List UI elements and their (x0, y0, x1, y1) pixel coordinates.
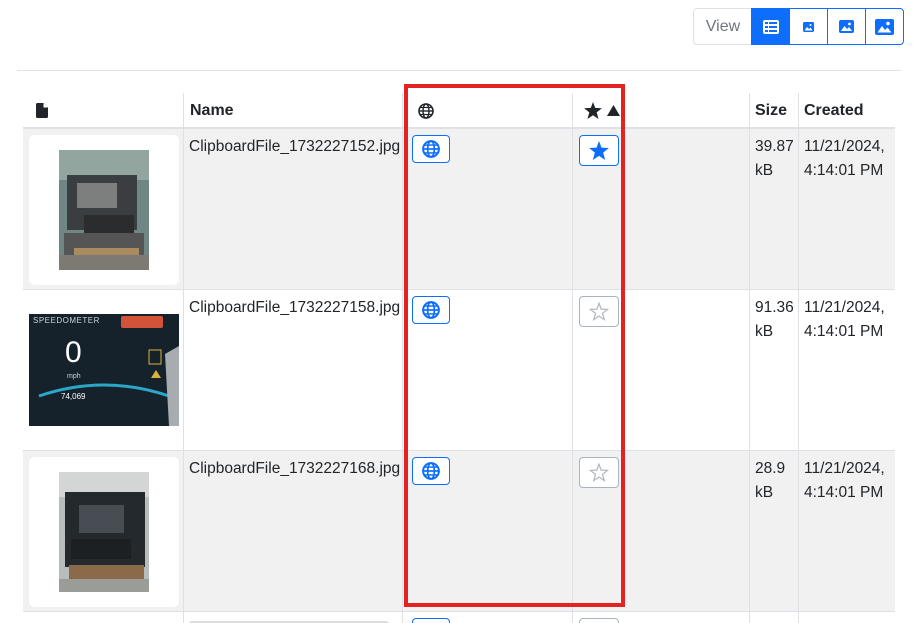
favorite-button[interactable] (579, 457, 619, 488)
header-size-label: Size (755, 102, 788, 119)
public-link-button[interactable] (412, 457, 450, 485)
engine-photo-1 (29, 135, 179, 285)
globe-icon (422, 301, 440, 319)
speedometer-photo (29, 314, 179, 426)
header-favorite[interactable] (573, 93, 750, 129)
row-4-created-cell (799, 612, 895, 623)
row-2-favorite-cell (573, 290, 750, 451)
row-2-size-cell: 91.36 kB (750, 290, 799, 451)
file-name[interactable]: ClipboardFile_1732227168.jpg (189, 457, 400, 481)
row-3-created-cell: 11/21/2024, 4:14:01 PM (799, 451, 895, 612)
created-date: 11/21/2024, (804, 138, 885, 155)
file-icon (36, 103, 48, 118)
row-1-thumbnail-cell (23, 129, 184, 290)
header-public[interactable] (403, 93, 573, 129)
file-size: 91.36 (755, 299, 794, 316)
divider (17, 70, 901, 71)
globe-icon (422, 140, 440, 158)
file-size-unit: kB (755, 323, 774, 340)
globe-icon (422, 462, 440, 480)
file-browser: View Name Size Created ClipboardFile_173… (0, 0, 918, 623)
created-date: 11/21/2024, (804, 460, 885, 477)
header-size[interactable]: Size (750, 93, 799, 129)
row-1-favorite-cell (573, 129, 750, 290)
header-name-label: Name (190, 102, 234, 119)
row-3-favorite-cell (573, 451, 750, 612)
row-1-created-cell: 11/21/2024, 4:14:01 PM (799, 129, 895, 290)
file-size-unit: kB (755, 162, 774, 179)
engine-photo-2 (29, 457, 179, 607)
thumbnail-speedometer[interactable]: SPEEDOMETER 0 mph 74,069 (29, 314, 179, 426)
row-4-public-cell (403, 612, 573, 623)
row-4-size-cell (750, 612, 799, 623)
favorite-button[interactable] (579, 618, 619, 623)
star-outline-icon (589, 463, 609, 482)
row-3-name-cell[interactable]: ClipboardFile_1732227168.jpg (184, 451, 403, 612)
row-3-thumbnail-cell (23, 451, 184, 612)
small-thumbnail-view-button[interactable] (789, 8, 828, 45)
row-1-size-cell: 39.87 kB (750, 129, 799, 290)
created-date: 11/21/2024, (804, 299, 885, 316)
header-created[interactable]: Created (799, 93, 895, 129)
created-time: 4:14:01 PM (804, 484, 884, 501)
thumbnail-engine-1[interactable] (29, 135, 179, 285)
image-medium-icon (839, 20, 854, 33)
row-3-public-cell (403, 451, 573, 612)
star-filled-icon (589, 141, 609, 160)
medium-thumbnail-view-button[interactable] (827, 8, 866, 45)
star-outline-icon (589, 302, 609, 321)
view-toolbar: View (693, 8, 904, 45)
speedometer-unit: mph (67, 373, 81, 380)
image-large-icon (875, 18, 894, 35)
star-filled-icon (584, 102, 602, 119)
files-table: Name Size Created ClipboardFile_17322271… (23, 93, 895, 623)
row-1-name-cell[interactable]: ClipboardFile_1732227152.jpg (184, 129, 403, 290)
row-2-thumbnail-cell: SPEEDOMETER 0 mph 74,069 (23, 290, 184, 451)
created-time: 4:14:01 PM (804, 323, 884, 340)
file-size-unit: kB (755, 484, 774, 501)
header-created-label: Created (804, 102, 864, 119)
row-3-size-cell: 28.9 kB (750, 451, 799, 612)
public-link-button[interactable] (412, 296, 450, 324)
header-name[interactable]: Name (184, 93, 403, 129)
sort-ascending-icon (607, 105, 620, 116)
thumbnail-engine-2[interactable] (29, 457, 179, 607)
speedometer-title: SPEEDOMETER (33, 316, 100, 325)
favorite-button[interactable] (579, 296, 619, 327)
row-2-name-cell[interactable]: ClipboardFile_1732227158.jpg (184, 290, 403, 451)
image-small-icon (803, 21, 814, 32)
public-link-button[interactable] (412, 135, 450, 163)
row-4-thumbnail-cell (23, 612, 184, 623)
header-file-type (23, 93, 184, 129)
row-1-public-cell (403, 129, 573, 290)
file-name[interactable]: ClipboardFile_1732227158.jpg (189, 296, 400, 320)
speedometer-value: 0 (65, 336, 82, 369)
favorite-button[interactable] (579, 135, 619, 166)
globe-icon (418, 103, 434, 119)
row-2-public-cell (403, 290, 573, 451)
row-2-created-cell: 11/21/2024, 4:14:01 PM (799, 290, 895, 451)
odometer-value: 74,069 (61, 392, 86, 401)
file-name[interactable]: ClipboardFile_1732227152.jpg (189, 135, 400, 159)
large-thumbnail-view-button[interactable] (865, 8, 904, 45)
list-view-button[interactable] (751, 8, 790, 45)
list-icon (762, 19, 779, 34)
public-link-button[interactable] (412, 618, 450, 623)
row-4-favorite-cell (573, 612, 750, 623)
row-4-name-cell[interactable] (184, 612, 403, 623)
created-time: 4:14:01 PM (804, 162, 884, 179)
file-size: 39.87 (755, 138, 794, 155)
file-size: 28.9 (755, 460, 786, 477)
view-label: View (693, 8, 752, 45)
